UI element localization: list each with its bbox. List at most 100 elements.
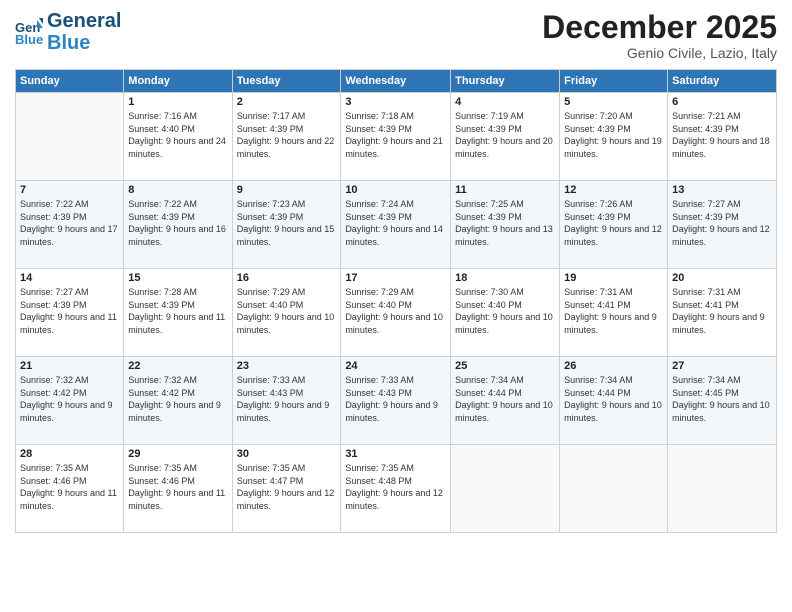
day-cell: 20 Sunrise: 7:31 AM Sunset: 4:41 PM Dayl…	[668, 269, 777, 357]
day-info: Sunrise: 7:24 AM Sunset: 4:39 PM Dayligh…	[345, 198, 446, 248]
day-info: Sunrise: 7:21 AM Sunset: 4:39 PM Dayligh…	[672, 110, 772, 160]
col-saturday: Saturday	[668, 70, 777, 93]
sunset-text: Sunset: 4:43 PM	[237, 388, 304, 398]
location-subtitle: Genio Civile, Lazio, Italy	[542, 45, 777, 61]
day-cell: 29 Sunrise: 7:35 AM Sunset: 4:46 PM Dayl…	[124, 445, 232, 533]
sunset-text: Sunset: 4:42 PM	[128, 388, 195, 398]
week-row-4: 21 Sunrise: 7:32 AM Sunset: 4:42 PM Dayl…	[16, 357, 777, 445]
svg-text:Blue: Blue	[15, 32, 43, 46]
day-info: Sunrise: 7:32 AM Sunset: 4:42 PM Dayligh…	[128, 374, 227, 424]
sunset-text: Sunset: 4:41 PM	[672, 300, 739, 310]
header-row: Sunday Monday Tuesday Wednesday Thursday…	[16, 70, 777, 93]
day-number: 23	[237, 360, 337, 372]
sunset-text: Sunset: 4:41 PM	[564, 300, 631, 310]
day-info: Sunrise: 7:26 AM Sunset: 4:39 PM Dayligh…	[564, 198, 663, 248]
sunset-text: Sunset: 4:39 PM	[237, 212, 304, 222]
sunset-text: Sunset: 4:39 PM	[20, 300, 87, 310]
day-number: 21	[20, 360, 119, 372]
day-cell: 21 Sunrise: 7:32 AM Sunset: 4:42 PM Dayl…	[16, 357, 124, 445]
sunset-text: Sunset: 4:45 PM	[672, 388, 739, 398]
sunrise-text: Sunrise: 7:25 AM	[455, 199, 524, 209]
sunset-text: Sunset: 4:39 PM	[20, 212, 87, 222]
day-number: 3	[345, 96, 446, 108]
calendar-body: 1 Sunrise: 7:16 AM Sunset: 4:40 PM Dayli…	[16, 93, 777, 533]
day-number: 13	[672, 184, 772, 196]
day-number: 27	[672, 360, 772, 372]
sunset-text: Sunset: 4:39 PM	[345, 124, 412, 134]
daylight-text: Daylight: 9 hours and 22 minutes.	[237, 136, 335, 159]
sunset-text: Sunset: 4:39 PM	[672, 212, 739, 222]
day-info: Sunrise: 7:32 AM Sunset: 4:42 PM Dayligh…	[20, 374, 119, 424]
day-cell: 25 Sunrise: 7:34 AM Sunset: 4:44 PM Dayl…	[451, 357, 560, 445]
day-info: Sunrise: 7:35 AM Sunset: 4:47 PM Dayligh…	[237, 462, 337, 512]
day-number: 16	[237, 272, 337, 284]
day-cell: 19 Sunrise: 7:31 AM Sunset: 4:41 PM Dayl…	[560, 269, 668, 357]
sunrise-text: Sunrise: 7:27 AM	[20, 287, 89, 297]
day-info: Sunrise: 7:34 AM Sunset: 4:44 PM Dayligh…	[564, 374, 663, 424]
sunrise-text: Sunrise: 7:34 AM	[672, 375, 741, 385]
daylight-text: Daylight: 9 hours and 9 minutes.	[20, 400, 113, 423]
week-row-2: 7 Sunrise: 7:22 AM Sunset: 4:39 PM Dayli…	[16, 181, 777, 269]
week-row-5: 28 Sunrise: 7:35 AM Sunset: 4:46 PM Dayl…	[16, 445, 777, 533]
daylight-text: Daylight: 9 hours and 12 minutes.	[345, 488, 443, 511]
daylight-text: Daylight: 9 hours and 14 minutes.	[345, 224, 443, 247]
header: Gen Blue General Blue December 2025 Geni…	[15, 10, 777, 61]
daylight-text: Daylight: 9 hours and 12 minutes.	[564, 224, 662, 247]
day-info: Sunrise: 7:22 AM Sunset: 4:39 PM Dayligh…	[128, 198, 227, 248]
day-cell: 28 Sunrise: 7:35 AM Sunset: 4:46 PM Dayl…	[16, 445, 124, 533]
daylight-text: Daylight: 9 hours and 11 minutes.	[20, 312, 117, 335]
daylight-text: Daylight: 9 hours and 10 minutes.	[455, 400, 553, 423]
day-info: Sunrise: 7:35 AM Sunset: 4:46 PM Dayligh…	[128, 462, 227, 512]
title-area: December 2025 Genio Civile, Lazio, Italy	[542, 10, 777, 61]
sunrise-text: Sunrise: 7:34 AM	[564, 375, 633, 385]
daylight-text: Daylight: 9 hours and 15 minutes.	[237, 224, 335, 247]
daylight-text: Daylight: 9 hours and 21 minutes.	[345, 136, 443, 159]
sunset-text: Sunset: 4:39 PM	[128, 300, 195, 310]
day-number: 1	[128, 96, 227, 108]
sunrise-text: Sunrise: 7:35 AM	[237, 463, 306, 473]
day-info: Sunrise: 7:33 AM Sunset: 4:43 PM Dayligh…	[237, 374, 337, 424]
sunset-text: Sunset: 4:40 PM	[345, 300, 412, 310]
sunset-text: Sunset: 4:40 PM	[455, 300, 522, 310]
day-cell: 22 Sunrise: 7:32 AM Sunset: 4:42 PM Dayl…	[124, 357, 232, 445]
day-info: Sunrise: 7:35 AM Sunset: 4:46 PM Dayligh…	[20, 462, 119, 512]
day-info: Sunrise: 7:25 AM Sunset: 4:39 PM Dayligh…	[455, 198, 555, 248]
day-number: 11	[455, 184, 555, 196]
sunset-text: Sunset: 4:44 PM	[455, 388, 522, 398]
day-number: 5	[564, 96, 663, 108]
daylight-text: Daylight: 9 hours and 10 minutes.	[345, 312, 443, 335]
sunrise-text: Sunrise: 7:33 AM	[237, 375, 306, 385]
day-cell: 5 Sunrise: 7:20 AM Sunset: 4:39 PM Dayli…	[560, 93, 668, 181]
day-info: Sunrise: 7:27 AM Sunset: 4:39 PM Dayligh…	[20, 286, 119, 336]
day-cell: 18 Sunrise: 7:30 AM Sunset: 4:40 PM Dayl…	[451, 269, 560, 357]
sunset-text: Sunset: 4:39 PM	[672, 124, 739, 134]
sunrise-text: Sunrise: 7:22 AM	[20, 199, 89, 209]
sunset-text: Sunset: 4:44 PM	[564, 388, 631, 398]
day-cell: 9 Sunrise: 7:23 AM Sunset: 4:39 PM Dayli…	[232, 181, 341, 269]
sunset-text: Sunset: 4:48 PM	[345, 476, 412, 486]
day-cell	[668, 445, 777, 533]
sunrise-text: Sunrise: 7:29 AM	[345, 287, 414, 297]
sunrise-text: Sunrise: 7:18 AM	[345, 111, 414, 121]
day-number: 14	[20, 272, 119, 284]
day-cell: 27 Sunrise: 7:34 AM Sunset: 4:45 PM Dayl…	[668, 357, 777, 445]
day-info: Sunrise: 7:34 AM Sunset: 4:45 PM Dayligh…	[672, 374, 772, 424]
day-info: Sunrise: 7:35 AM Sunset: 4:48 PM Dayligh…	[345, 462, 446, 512]
day-cell: 10 Sunrise: 7:24 AM Sunset: 4:39 PM Dayl…	[341, 181, 451, 269]
day-cell: 6 Sunrise: 7:21 AM Sunset: 4:39 PM Dayli…	[668, 93, 777, 181]
daylight-text: Daylight: 9 hours and 16 minutes.	[128, 224, 226, 247]
day-cell: 3 Sunrise: 7:18 AM Sunset: 4:39 PM Dayli…	[341, 93, 451, 181]
week-row-1: 1 Sunrise: 7:16 AM Sunset: 4:40 PM Dayli…	[16, 93, 777, 181]
sunset-text: Sunset: 4:39 PM	[564, 124, 631, 134]
sunset-text: Sunset: 4:39 PM	[237, 124, 304, 134]
daylight-text: Daylight: 9 hours and 24 minutes.	[128, 136, 226, 159]
day-cell	[16, 93, 124, 181]
daylight-text: Daylight: 9 hours and 17 minutes.	[20, 224, 118, 247]
daylight-text: Daylight: 9 hours and 9 minutes.	[128, 400, 221, 423]
day-info: Sunrise: 7:20 AM Sunset: 4:39 PM Dayligh…	[564, 110, 663, 160]
sunrise-text: Sunrise: 7:19 AM	[455, 111, 524, 121]
daylight-text: Daylight: 9 hours and 13 minutes.	[455, 224, 553, 247]
sunrise-text: Sunrise: 7:32 AM	[128, 375, 197, 385]
calendar-header: Sunday Monday Tuesday Wednesday Thursday…	[16, 70, 777, 93]
sunrise-text: Sunrise: 7:23 AM	[237, 199, 306, 209]
